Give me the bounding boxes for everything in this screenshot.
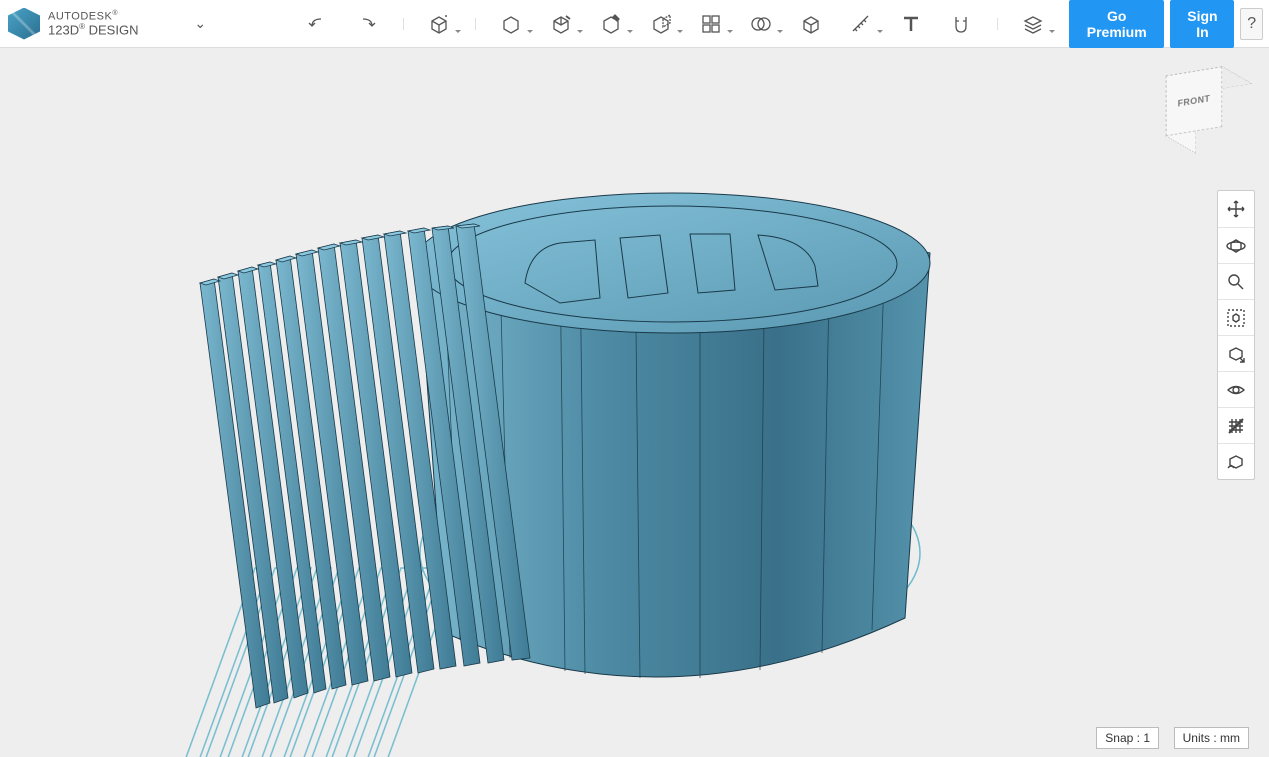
snap-value: 1	[1143, 731, 1150, 745]
extruded-text-object	[200, 224, 530, 708]
measure-icon	[850, 13, 872, 35]
navigation-toolbar	[1217, 190, 1255, 480]
construct-button[interactable]	[547, 10, 575, 38]
go-premium-button[interactable]: Go Premium	[1069, 0, 1164, 48]
tool-groups	[211, 10, 1069, 38]
pan-icon	[1226, 199, 1246, 219]
units-status[interactable]: Units : mm	[1174, 727, 1249, 749]
top-toolbar: AUTODESK® 123D® DESIGN ⌄	[0, 0, 1269, 48]
construct-cube-icon	[550, 13, 572, 35]
snap-button[interactable]	[797, 10, 825, 38]
snap-options-icon	[1226, 452, 1246, 472]
redo-button[interactable]	[353, 10, 381, 38]
undo-icon	[306, 13, 328, 35]
app-title: AUTODESK® 123D® DESIGN	[48, 10, 138, 37]
account-buttons: Go Premium Sign In ?	[1069, 0, 1269, 48]
combine-button[interactable]	[747, 10, 775, 38]
brand-subproduct: DESIGN	[89, 22, 139, 37]
app-logo-block: AUTODESK® 123D® DESIGN	[0, 8, 189, 40]
snap-cube-icon	[800, 13, 822, 35]
text-button[interactable]	[897, 10, 925, 38]
fit-button[interactable]	[1218, 299, 1254, 335]
redo-icon	[356, 13, 378, 35]
magnet-icon	[950, 13, 972, 35]
snap-status[interactable]: Snap : 1	[1096, 727, 1159, 749]
orbit-icon	[1226, 236, 1246, 256]
snap-options-button[interactable]	[1218, 443, 1254, 479]
materials-toggle-button[interactable]	[1218, 335, 1254, 371]
units-value: mm	[1220, 731, 1240, 745]
main-menu-dropdown[interactable]: ⌄	[189, 15, 211, 32]
grid-toggle-button[interactable]	[1218, 407, 1254, 443]
pattern-cube-icon	[650, 13, 672, 35]
cube-sparkle-icon	[428, 13, 450, 35]
material-button[interactable]	[1019, 10, 1047, 38]
modeling-group	[475, 10, 997, 38]
visibility-button[interactable]	[1218, 371, 1254, 407]
viewport-3d	[0, 48, 1269, 757]
ground-outlines	[186, 443, 920, 757]
pattern-button[interactable]	[647, 10, 675, 38]
snap-label: Snap :	[1105, 731, 1140, 745]
modify-button[interactable]	[597, 10, 625, 38]
help-button[interactable]: ?	[1240, 8, 1263, 40]
zoom-icon	[1226, 272, 1246, 292]
scene-svg	[0, 48, 1269, 757]
app-logo-icon	[8, 8, 40, 40]
primitives-button[interactable]	[425, 10, 453, 38]
grid-off-icon	[1226, 416, 1246, 436]
layers-icon	[1022, 13, 1044, 35]
sign-in-button[interactable]: Sign In	[1170, 0, 1234, 48]
pan-button[interactable]	[1218, 191, 1254, 227]
text-icon	[900, 13, 922, 35]
orbit-button[interactable]	[1218, 227, 1254, 263]
undo-button[interactable]	[303, 10, 331, 38]
brand-product: 123D	[48, 22, 79, 37]
zoom-button[interactable]	[1218, 263, 1254, 299]
convert-button[interactable]	[947, 10, 975, 38]
combine-icon	[750, 13, 772, 35]
cylinder-object	[414, 193, 930, 678]
units-label: Units :	[1183, 731, 1217, 745]
primitives-group	[403, 10, 475, 38]
material-group	[997, 10, 1069, 38]
sketch-cube-icon	[500, 13, 522, 35]
viewcube[interactable]: LEFT FRONT	[1173, 78, 1245, 150]
measure-button[interactable]	[847, 10, 875, 38]
eye-icon	[1226, 380, 1246, 400]
viewcube-face-front[interactable]: FRONT	[1166, 66, 1223, 136]
grouping-icon	[700, 13, 722, 35]
modify-cube-icon	[600, 13, 622, 35]
fit-icon	[1226, 308, 1246, 328]
sketch-button[interactable]	[497, 10, 525, 38]
grouping-button[interactable]	[697, 10, 725, 38]
cube-arrow-icon	[1226, 344, 1246, 364]
history-group	[281, 10, 403, 38]
brand-company: AUTODESK	[48, 11, 112, 23]
